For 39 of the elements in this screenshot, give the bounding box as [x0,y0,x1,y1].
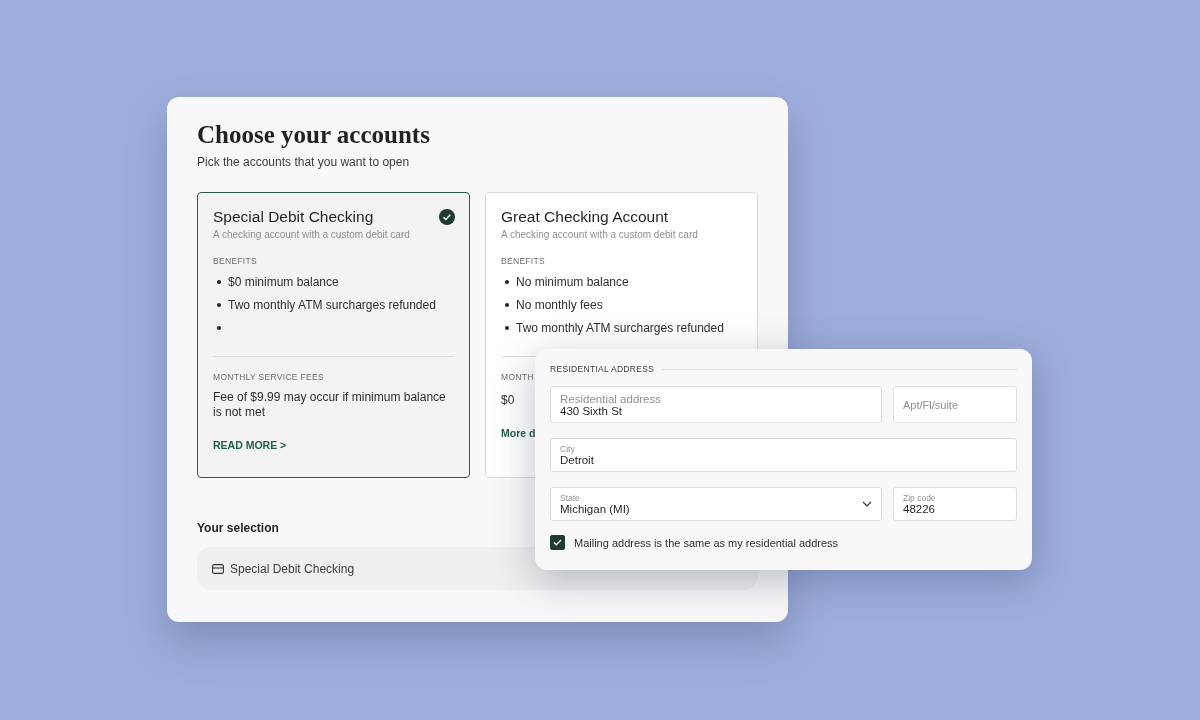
checkbox-label: Mailing address is the same as my residential address [574,536,839,549]
benefit-text: $0 minimum balance [228,275,339,289]
bullet-icon [217,303,221,307]
account-description: A checking account with a custom debit card [213,229,411,240]
input-field[interactable]: City Detroit [550,438,1017,472]
bullet-icon [217,280,221,284]
bullet-icon [505,303,509,307]
selection-label: Your selection [197,521,280,535]
section-heading: RESIDENTIAL ADDRESS [550,364,655,374]
benefit-text: Two monthly ATM surcharges refunded [516,321,724,335]
account-option[interactable] [197,192,470,478]
check-icon [439,209,455,225]
benefit-text: Two monthly ATM surcharges refunded [228,298,436,312]
checkbox[interactable] [550,535,565,550]
benefit-text: No monthly fees [516,298,603,312]
input-field[interactable]: Zip code 48226 [893,487,1017,521]
section-label: BENEFITS [213,256,258,266]
account-name: Special Debit Checking [213,208,374,226]
input-field[interactable]: Residential address 430 Sixth St [550,386,882,423]
check-icon [553,539,562,546]
read-more-link[interactable]: READ MORE > [213,439,287,451]
section-label: MONTH [501,372,535,382]
section-label: MONTHLY SERVICE FEES [213,372,325,382]
read-more-link[interactable]: More d [501,427,536,439]
chevron-down-icon [862,501,872,507]
section-label: BENEFITS [501,256,546,266]
card-icon [212,563,224,574]
benefit-text: No minimum balance [516,275,629,289]
account-description: A checking account with a custom debit card [501,229,699,240]
bullet-icon [217,326,221,330]
account-name: Great Checking Account [501,208,669,226]
bullet-icon [505,326,509,330]
page-subtitle: Pick the accounts that you want to open [197,155,411,169]
fee-text: Fee of $9.99 may occur if minimum balance is not met [213,390,447,420]
bullet-icon [505,280,509,284]
selection-text: Special Debit Checking [230,561,355,576]
state-select[interactable]: State Michigan (MI) [550,487,882,521]
fee-text: $0 [501,393,515,408]
page-title: Choose your accounts [197,121,431,149]
